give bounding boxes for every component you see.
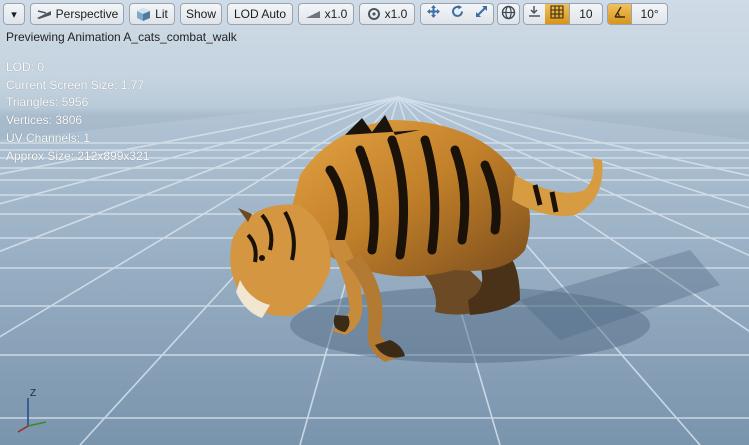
camera-rotation-speed-button[interactable]: x1.0: [359, 3, 415, 25]
scale-mode-button[interactable]: [469, 4, 493, 24]
surface-snapping-button[interactable]: [524, 4, 545, 24]
show-flags-button[interactable]: Show: [180, 3, 222, 25]
preview-viewport[interactable]: ▾ Perspective Lit Show LOD Auto x1.0 x1.…: [0, 0, 749, 445]
mesh-stats-overlay: LOD: 0 Current Screen Size: 1.77 Triangl…: [6, 59, 149, 165]
rotate-arrow-icon: [450, 4, 465, 24]
vertices-stat: Vertices: 3806: [6, 113, 83, 128]
perspective-label: Perspective: [55, 7, 119, 21]
axis-z-label: Z: [30, 388, 36, 399]
lod-stat: LOD: 0: [6, 60, 45, 74]
transform-mode-group: [420, 3, 494, 25]
grid-snap-icon: [550, 4, 564, 24]
translate-mode-button[interactable]: [421, 4, 446, 24]
viewport-options-menu-button[interactable]: ▾: [3, 3, 25, 25]
lod-label: LOD Auto: [233, 7, 287, 21]
preview-animation-title: Previewing Animation A_cats_combat_walk: [6, 30, 237, 44]
viewport-toolbar: ▾ Perspective Lit Show LOD Auto x1.0 x1.…: [0, 0, 749, 30]
screen-size-stat: Current Screen Size: 1.77: [6, 77, 145, 92]
lit-view-mode-button[interactable]: Lit: [129, 3, 175, 25]
angle-snap-value[interactable]: 10°: [631, 4, 667, 24]
grid-snap-toggle[interactable]: [545, 4, 569, 24]
rotate-circle-icon: [367, 7, 381, 21]
chevron-down-icon: ▾: [11, 8, 17, 21]
triangles-stat: Triangles: 5956: [6, 95, 89, 110]
perspective-view-button[interactable]: Perspective: [30, 3, 124, 25]
camera-perspective-icon: [36, 8, 52, 20]
angle-snap-group: 10°: [607, 3, 668, 25]
lit-cube-icon: [136, 7, 151, 22]
show-label: Show: [185, 7, 217, 21]
grid-snap-group: 10: [523, 3, 603, 25]
coordinate-system-button[interactable]: [497, 3, 520, 25]
rotation-speed-value: x1.0: [384, 7, 408, 21]
surface-snap-icon: [527, 4, 542, 24]
move-arrows-icon: [426, 4, 441, 24]
globe-icon: [501, 5, 516, 23]
axis-gizmo: Z: [14, 384, 54, 434]
playback-speed-value: x1.0: [324, 7, 348, 21]
rotate-mode-button[interactable]: [446, 4, 470, 24]
angle-snap-toggle[interactable]: [608, 4, 632, 24]
speed-ramp-icon: [305, 9, 321, 19]
scale-diagonal-icon: [474, 4, 489, 24]
lit-label: Lit: [155, 7, 168, 21]
playback-speed-button[interactable]: x1.0: [298, 3, 354, 25]
grid-snap-value[interactable]: 10: [568, 4, 602, 24]
uv-channels-stat: UV Channels: 1: [6, 130, 91, 145]
angle-snap-icon: [613, 5, 627, 24]
lod-auto-button[interactable]: LOD Auto: [227, 3, 293, 25]
approx-size-stat: Approx Size: 212x899x321: [6, 148, 150, 163]
